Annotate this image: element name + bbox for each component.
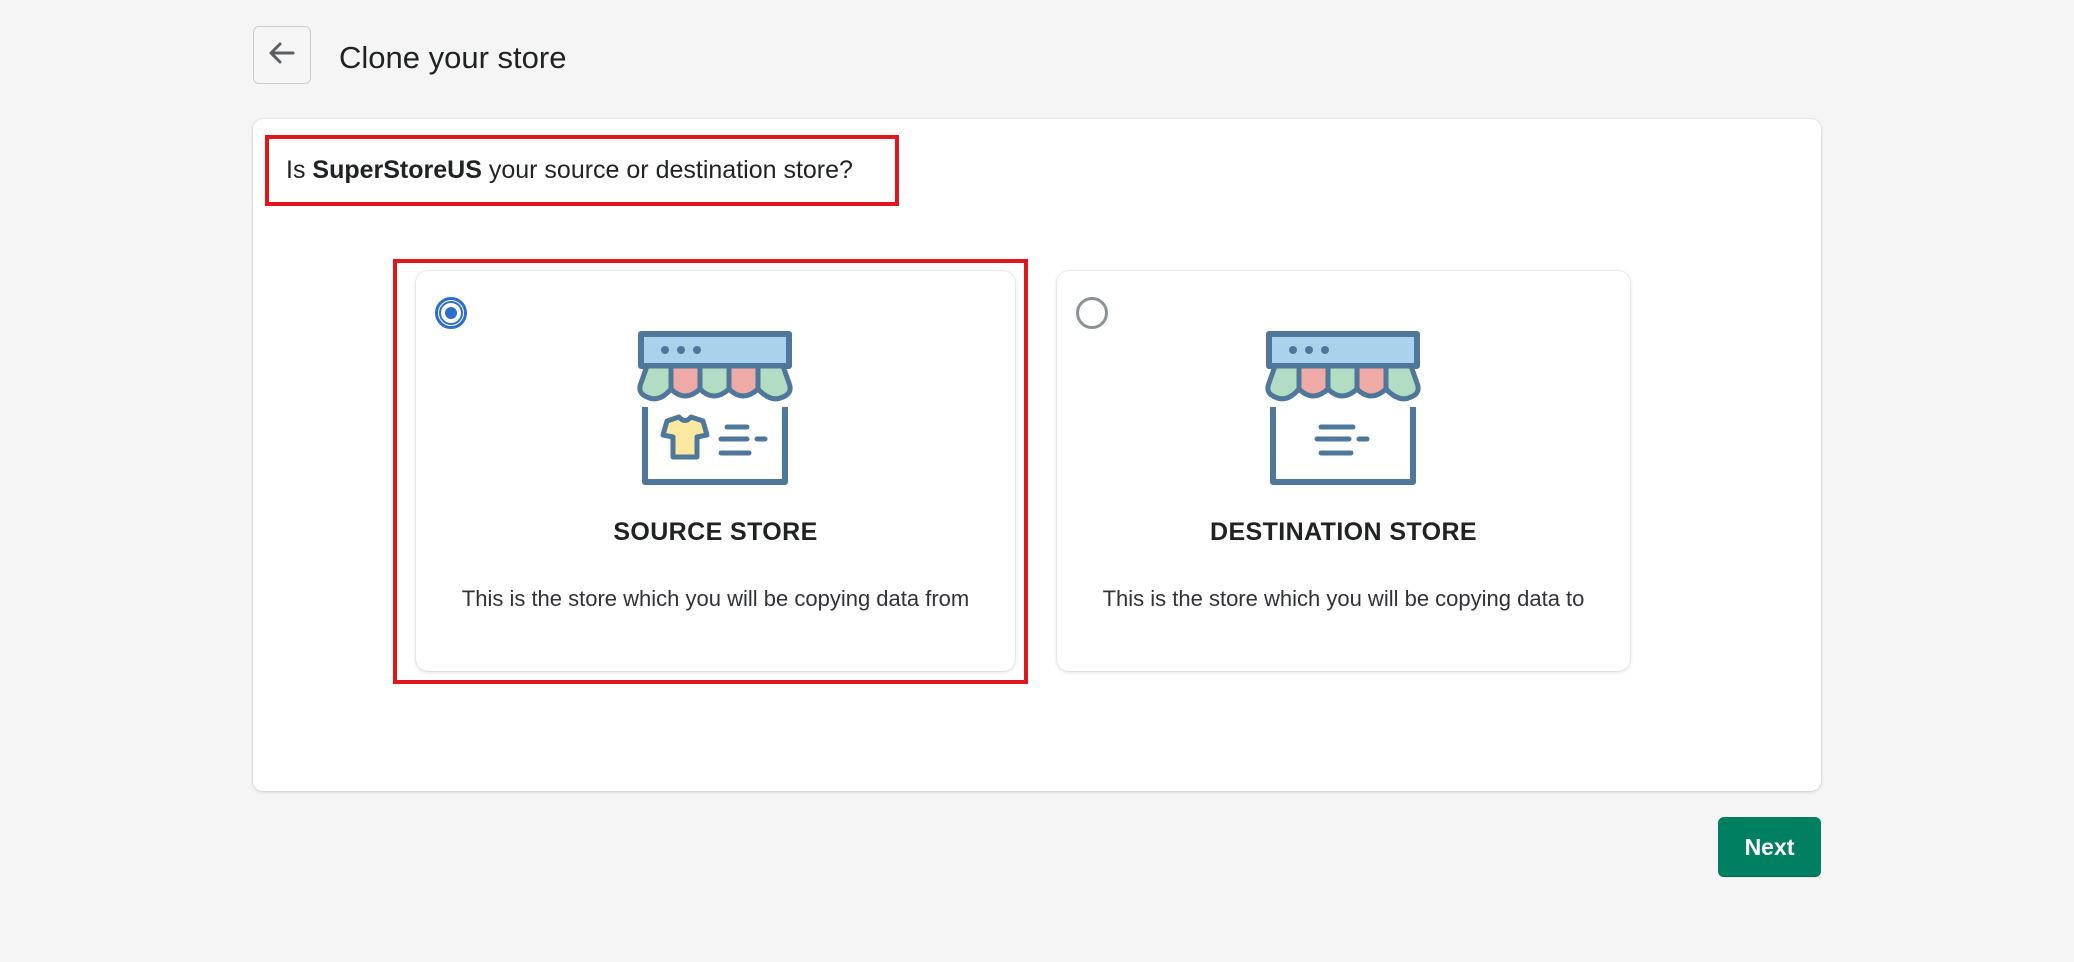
source-store-option[interactable]: SOURCE STORE This is the store which you…	[416, 271, 1015, 671]
destination-store-title: DESTINATION STORE	[1209, 518, 1477, 546]
source-store-title: SOURCE STORE	[613, 518, 818, 546]
source-store-description: This is the store which you will be copy…	[461, 586, 970, 611]
destination-store-option[interactable]: DESTINATION STORE This is the store whic…	[1057, 271, 1630, 671]
store-role-question: Is SuperStoreUS your source or destinati…	[286, 150, 853, 190]
next-button[interactable]: Next	[1718, 817, 1821, 877]
destination-store-description: This is the store which you will be copy…	[1102, 586, 1585, 611]
back-button[interactable]	[253, 26, 311, 84]
page-title: Clone your store	[339, 40, 567, 75]
storefront-empty-icon	[1265, 329, 1421, 485]
arrow-left-icon	[268, 39, 296, 72]
question-prefix: Is	[286, 156, 313, 184]
storefront-with-product-icon	[637, 329, 793, 485]
clone-store-page: Clone your store Is SuperStoreUS your so…	[0, 0, 2074, 962]
destination-store-radio[interactable]	[1076, 297, 1108, 329]
store-name: SuperStoreUS	[312, 156, 482, 184]
source-store-radio[interactable]	[435, 297, 467, 329]
question-suffix: your source or destination store?	[481, 156, 853, 184]
